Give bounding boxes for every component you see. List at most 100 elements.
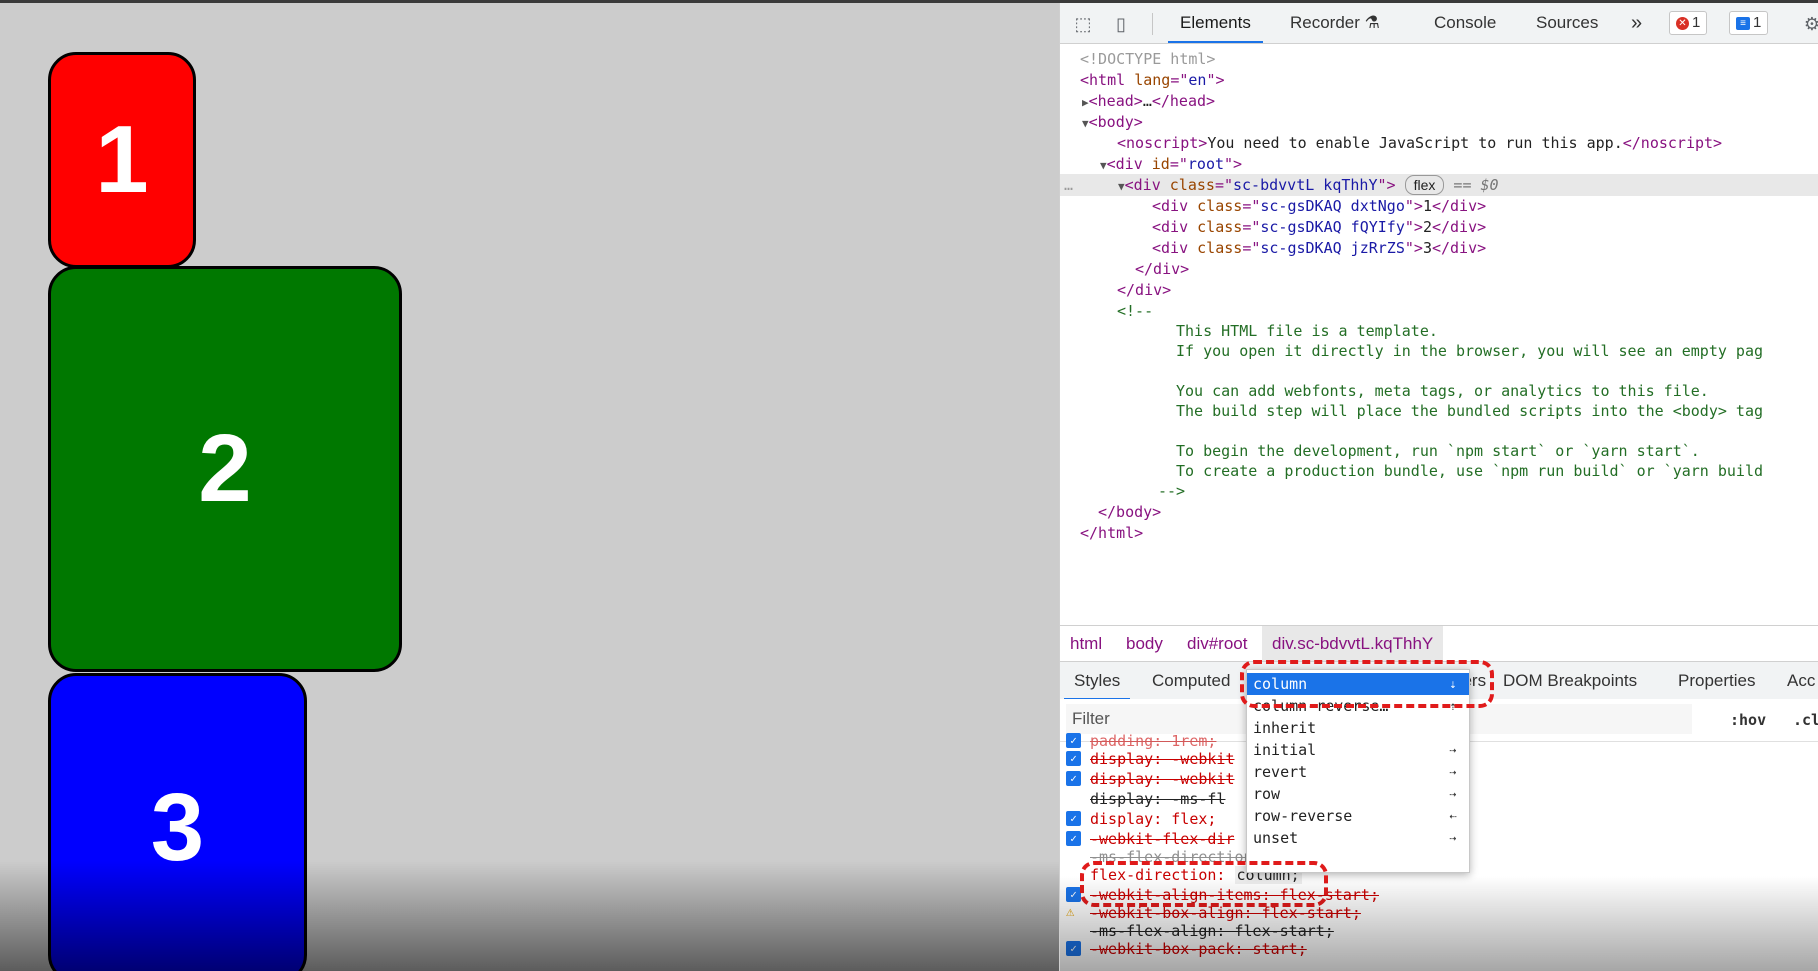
devtools-tabbar: ⬚ ▯ Elements Recorder ⚗ Console Sources … <box>1060 3 1818 44</box>
tab-elements[interactable]: Elements <box>1168 3 1263 43</box>
expand-triangle-icon[interactable]: ▶ <box>1082 96 1089 109</box>
tab-styles[interactable]: Styles <box>1063 662 1131 700</box>
checkbox-icon[interactable]: ✓ <box>1066 811 1081 826</box>
tab-properties[interactable]: Properties <box>1678 662 1755 700</box>
hov-toggle[interactable]: :hov <box>1730 699 1766 741</box>
checkbox-icon[interactable]: ✓ <box>1066 831 1081 846</box>
collapse-triangle-icon[interactable]: ▼ <box>1118 180 1125 193</box>
tab-dom-breakpoints[interactable]: DOM Breakpoints <box>1503 662 1637 700</box>
cls-toggle[interactable]: .cl <box>1793 699 1818 741</box>
head-line[interactable]: ▶<head>…</head> <box>1082 90 1215 112</box>
style-ms-flex-direction[interactable]: -ms-flex-direction <box>1090 847 1253 867</box>
child-div-1[interactable]: <div class="sc-gsDKAQ dxtNgo">1</div> <box>1152 195 1486 217</box>
collapse-triangle-icon[interactable]: ▼ <box>1082 117 1089 130</box>
error-icon: ✕ <box>1676 16 1689 30</box>
style-display-webkit[interactable]: display: -webkit <box>1090 749 1235 769</box>
flex-row-reverse-icon: ⇠ <box>1449 809 1457 823</box>
selected-marker: == $0 <box>1453 176 1499 194</box>
body-open-line[interactable]: ▼<body> <box>1082 111 1143 133</box>
option-inherit[interactable]: inherit <box>1247 717 1469 739</box>
checkbox-icon[interactable]: ✓ <box>1066 941 1081 956</box>
tab-computed[interactable]: Computed <box>1152 662 1230 700</box>
flask-icon: ⚗ <box>1364 13 1380 32</box>
tab-recorder[interactable]: Recorder ⚗ <box>1290 3 1380 43</box>
comment-line: The build step will place the bundled sc… <box>1176 402 1763 420</box>
option-revert[interactable]: revert ⇢ <box>1247 761 1469 783</box>
flex-row-icon: ⇢ <box>1449 743 1457 757</box>
root-div-close[interactable]: </div> <box>1117 279 1171 301</box>
option-column-reverse[interactable]: column-reverse… ⇡ <box>1247 695 1469 717</box>
collapse-triangle-icon[interactable]: ▼ <box>1100 159 1107 172</box>
style-padding[interactable]: padding: 1rem; <box>1090 731 1216 751</box>
box-1-label: 1 <box>95 106 149 213</box>
breadcrumb: html body div#root div.sc-bdvvtL.kqThhY <box>1060 625 1818 662</box>
html-open-line[interactable]: <html lang="en"> <box>1080 69 1225 91</box>
checkbox-icon[interactable]: ✓ <box>1066 887 1081 902</box>
option-row-reverse[interactable]: row-reverse ⇠ <box>1247 805 1469 827</box>
html-close[interactable]: </html> <box>1080 522 1143 544</box>
flex-badge[interactable]: flex <box>1404 175 1445 195</box>
comment-line: You can add webfonts, meta tags, or anal… <box>1176 382 1709 400</box>
style-ms-flex-align[interactable]: -ms-flex-align: flex-start; <box>1090 921 1334 941</box>
body-close[interactable]: </body> <box>1098 501 1161 523</box>
style-box-pack[interactable]: -webkit-box-pack: start; <box>1090 939 1307 959</box>
style-align-items[interactable]: -webkit-align-items: flex-start; <box>1090 885 1379 905</box>
doctype-line[interactable]: <!DOCTYPE html> <box>1080 48 1215 70</box>
message-icon: ≡ <box>1736 16 1750 30</box>
breadcrumb-body[interactable]: body <box>1126 626 1163 662</box>
message-badge[interactable]: ≡ 1 <box>1729 11 1769 35</box>
tab-accessibility[interactable]: Acc <box>1787 662 1815 700</box>
flex-row-icon: ⇢ <box>1449 831 1457 845</box>
box-2: 2 <box>48 266 402 672</box>
comment-open[interactable]: <!-- <box>1117 300 1153 322</box>
comment-line: This HTML file is a template. <box>1176 322 1438 340</box>
comment-close: --> <box>1158 482 1186 500</box>
style-webkit-flex-direction[interactable]: -webkit-flex-dir <box>1090 829 1235 849</box>
noscript-line[interactable]: <noscript>You need to enable JavaScript … <box>1117 132 1722 154</box>
page-viewport: 1 2 3 <box>0 3 1059 971</box>
style-display-ms[interactable]: display: -ms-fl <box>1090 789 1225 809</box>
option-column[interactable]: column ⇣ <box>1247 673 1469 695</box>
box-3: 3 <box>48 673 307 971</box>
child-div-2[interactable]: <div class="sc-gsDKAQ fQYIfy">2</div> <box>1152 216 1486 238</box>
flex-row-icon: ⇢ <box>1449 787 1457 801</box>
box-1: 1 <box>48 52 196 268</box>
comment-line: To begin the development, run `npm start… <box>1176 442 1700 460</box>
breadcrumb-flex-div[interactable]: div.sc-bdvvtL.kqThhY <box>1262 626 1444 662</box>
error-count: 1 <box>1692 14 1701 31</box>
checkbox-icon[interactable]: ✓ <box>1066 751 1081 766</box>
devtools-panel: ⬚ ▯ Elements Recorder ⚗ Console Sources … <box>1059 3 1818 971</box>
style-box-align[interactable]: -webkit-box-align: flex-start; <box>1090 903 1361 923</box>
child-div-3[interactable]: <div class="sc-gsDKAQ jzRrZS">3</div> <box>1152 237 1486 259</box>
node-menu-icon[interactable]: … <box>1064 174 1073 196</box>
checkbox-icon[interactable]: ✓ <box>1066 733 1081 748</box>
settings-gear-icon[interactable]: ⚙ <box>1801 13 1818 35</box>
message-count: 1 <box>1753 14 1762 31</box>
root-div-line[interactable]: ▼<div id="root"> <box>1100 153 1242 175</box>
tab-sources[interactable]: Sources <box>1536 3 1598 43</box>
flex-div-close[interactable]: </div> <box>1135 258 1189 280</box>
divider <box>1152 13 1153 35</box>
selected-flex-div-line[interactable]: … ▼<div class="sc-bdvvtL kqThhY"> flex ==… <box>1060 174 1818 196</box>
flex-column-reverse-icon: ⇡ <box>1449 699 1457 713</box>
elements-tree: <!DOCTYPE html> <html lang="en"> ▶<head>… <box>1060 45 1818 625</box>
flex-column-icon: ⇣ <box>1449 677 1457 691</box>
tab-console[interactable]: Console <box>1434 3 1496 43</box>
more-tabs-icon[interactable]: » <box>1631 3 1642 43</box>
breadcrumb-html[interactable]: html <box>1070 626 1102 662</box>
comment-line: To create a production bundle, use `npm … <box>1176 462 1763 480</box>
inspect-element-icon[interactable]: ⬚ <box>1072 13 1094 35</box>
warning-icon: ⚠ <box>1066 904 1075 920</box>
device-toolbar-icon[interactable]: ▯ <box>1110 13 1132 35</box>
box-3-label: 3 <box>150 774 205 881</box>
style-display-webkit-2[interactable]: display: -webkit <box>1090 769 1235 789</box>
breadcrumb-root[interactable]: div#root <box>1187 626 1247 662</box>
option-row[interactable]: row ⇢ <box>1247 783 1469 805</box>
style-display-flex[interactable]: display: flex; <box>1090 809 1216 829</box>
checkbox-icon[interactable]: ✓ <box>1066 771 1081 786</box>
error-badge[interactable]: ✕ 1 <box>1669 11 1708 35</box>
box-2-label: 2 <box>198 415 252 522</box>
option-initial[interactable]: initial ⇢ <box>1247 739 1469 761</box>
option-unset[interactable]: unset ⇢ <box>1247 827 1469 849</box>
tab-recorder-label: Recorder <box>1290 13 1360 32</box>
